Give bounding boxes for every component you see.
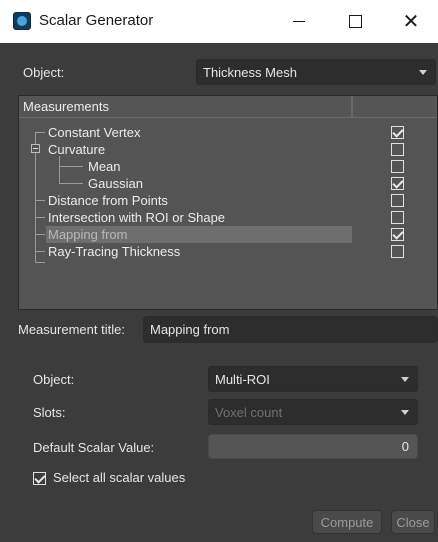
tree-line	[35, 262, 45, 263]
tree-item-distance-from-points[interactable]: Distance from Points	[48, 192, 348, 209]
tree-line	[59, 183, 83, 184]
chevron-down-icon	[419, 70, 427, 75]
window-title: Scalar Generator	[39, 12, 154, 29]
tree-item-ray-tracing-thickness[interactable]: Ray-Tracing Thickness	[48, 243, 348, 260]
measurement-title-label: Measurement title:	[18, 322, 125, 337]
checkbox-mean[interactable]	[391, 160, 404, 173]
slots-select[interactable]: Voxel count	[208, 399, 418, 425]
tree-line	[59, 166, 83, 167]
select-all-checkbox[interactable]	[33, 472, 46, 485]
tree-item-label: Distance from Points	[48, 193, 168, 208]
mapping-object-select[interactable]: Multi-ROI	[208, 366, 418, 392]
mapping-object-value: Multi-ROI	[215, 371, 270, 387]
tree-item-constant-vertex[interactable]: Constant Vertex	[48, 124, 348, 141]
tree-item-intersection[interactable]: Intersection with ROI or Shape	[48, 209, 348, 226]
title-bar: Scalar Generator ✕	[0, 0, 438, 43]
close-button[interactable]: Close	[391, 510, 435, 534]
tree-item-mean[interactable]: Mean	[88, 158, 348, 175]
checkbox-curvature[interactable]	[391, 143, 404, 156]
tree-line	[59, 156, 60, 183]
tree-item-gaussian[interactable]: Gaussian	[88, 175, 348, 192]
slots-label: Slots:	[33, 405, 66, 420]
minimize-icon	[293, 21, 305, 22]
select-all-label[interactable]: Select all scalar values	[53, 470, 185, 485]
tree-item-label: Curvature	[48, 142, 106, 157]
tree-item-curvature[interactable]: Curvature	[48, 141, 348, 158]
tree-line	[35, 251, 45, 252]
checkbox-gaussian[interactable]	[391, 177, 404, 190]
chevron-down-icon	[401, 377, 409, 382]
default-scalar-label: Default Scalar Value:	[33, 440, 155, 455]
object-select-value: Thickness Mesh	[203, 64, 297, 80]
checkbox-mapping-from[interactable]	[391, 228, 404, 241]
mapping-object-label: Object:	[33, 372, 75, 387]
measurement-title-input[interactable]: Mapping from	[143, 316, 438, 343]
maximize-button[interactable]	[332, 0, 378, 43]
tree-line	[35, 132, 45, 133]
close-icon: ✕	[402, 10, 420, 33]
measurements-column-header: Measurements	[23, 99, 109, 114]
chevron-down-icon	[401, 410, 409, 415]
checkbox-constant-vertex[interactable]	[391, 126, 404, 139]
measurement-title-value: Mapping from	[150, 322, 230, 337]
checkbox-intersection[interactable]	[391, 211, 404, 224]
default-scalar-input[interactable]: 0	[208, 434, 418, 459]
column-separator[interactable]	[351, 96, 353, 118]
object-label: Object:	[23, 65, 65, 80]
tree-line	[35, 200, 45, 201]
compute-button[interactable]: Compute	[312, 510, 382, 534]
tree-line	[35, 217, 45, 218]
app-icon	[13, 12, 31, 30]
tree-item-label: Ray-Tracing Thickness	[48, 244, 181, 259]
default-scalar-value: 0	[401, 439, 409, 454]
checkbox-distance-from-points[interactable]	[391, 194, 404, 207]
collapse-icon[interactable]	[31, 144, 40, 153]
tree-item-label: Mapping from	[48, 227, 128, 242]
tree-item-label: Constant Vertex	[48, 125, 141, 140]
minimize-button[interactable]	[276, 0, 322, 43]
tree-item-label: Mean	[88, 159, 121, 174]
tree-item-mapping-from[interactable]: Mapping from	[46, 226, 352, 243]
maximize-icon	[348, 15, 362, 28]
object-select[interactable]: Thickness Mesh	[196, 59, 436, 85]
slots-value: Voxel count	[215, 404, 283, 420]
tree-header: Measurements	[19, 96, 437, 118]
close-window-button[interactable]: ✕	[388, 0, 434, 43]
tree-item-label: Gaussian	[88, 176, 143, 191]
tree-item-label: Intersection with ROI or Shape	[48, 210, 226, 225]
tree-line	[35, 234, 45, 235]
checkbox-ray-tracing-thickness[interactable]	[391, 245, 404, 258]
measurements-tree[interactable]: Measurements Constant Vertex Curvature M…	[18, 95, 438, 310]
